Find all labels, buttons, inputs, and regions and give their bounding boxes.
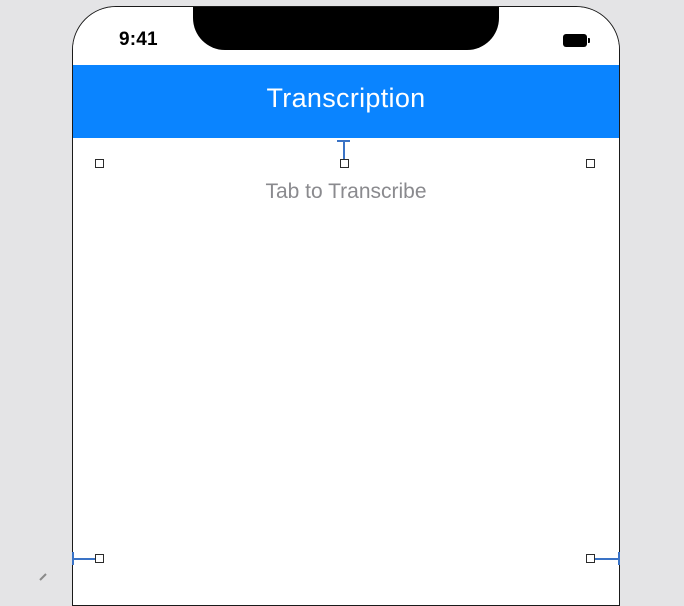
- nav-title: Transcription: [266, 83, 426, 113]
- resize-handle-top-center-icon[interactable]: [340, 159, 349, 168]
- transcribe-label[interactable]: Tab to Transcribe: [73, 180, 619, 204]
- status-time: 9:41: [119, 29, 158, 50]
- resize-handle-bottom-left-icon[interactable]: [95, 554, 104, 563]
- main-view[interactable]: Tab to Transcribe: [73, 138, 619, 605]
- resize-handle-top-right-icon[interactable]: [586, 159, 595, 168]
- iphone-frame: 9:41 Transcription Tab to Transcribe: [72, 6, 620, 606]
- battery-icon: [563, 34, 591, 47]
- storyboard-canvas: 9:41 Transcription Tab to Transcribe: [0, 0, 684, 606]
- navigation-bar[interactable]: Transcription: [73, 65, 619, 138]
- resize-handle-top-left-icon[interactable]: [95, 159, 104, 168]
- status-bar: 9:41: [73, 7, 619, 65]
- device-notch: [193, 7, 499, 50]
- resize-handle-bottom-right-icon[interactable]: [586, 554, 595, 563]
